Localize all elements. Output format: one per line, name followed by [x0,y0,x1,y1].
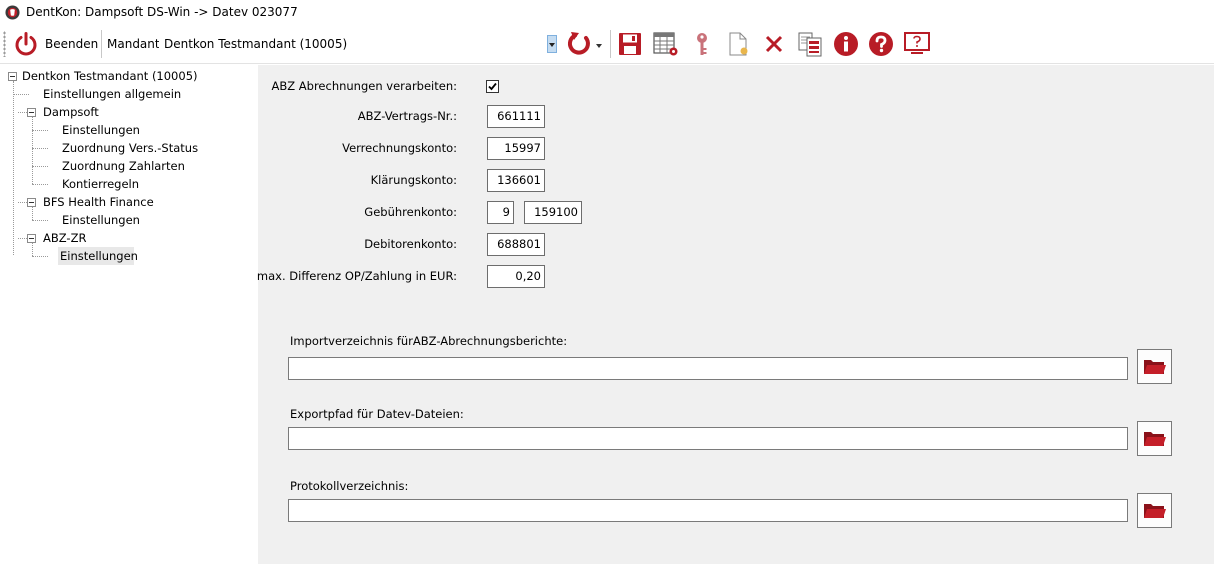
navigation-tree: Dentkon Testmandant (10005) Einstellunge… [0,65,258,564]
info-button[interactable] [832,30,860,58]
settings-panel: ABZ Abrechnungen verarbeiten: ABZ-Vertra… [256,65,1214,564]
tree-item-dampsoft[interactable]: Dampsoft [41,103,101,121]
gebuehrenkonto-field[interactable]: 159100 [524,201,582,224]
import-path-label: Importverzeichnis fürABZ-Abrechnungsberi… [290,334,568,348]
toolbar-separator [101,30,102,58]
tree-item-zuordnung-zahlarten[interactable]: Zuordnung Zahlarten [60,157,187,175]
window-title: DentKon: Dampsoft DS-Win -> Datev 023077 [26,5,298,19]
table-settings-button[interactable] [652,30,680,58]
collapse-icon[interactable] [8,72,17,81]
tree-connector [13,94,29,95]
title-bar: DentKon: Dampsoft DS-Win -> Datev 023077 [0,0,1214,24]
power-icon [15,32,37,56]
delete-button[interactable] [760,30,788,58]
toolbar-separator [610,30,611,58]
debitorenkonto-label: Debitorenkonto: [364,237,457,251]
tree-connector [32,117,33,184]
new-document-button[interactable] [724,30,752,58]
protokoll-path-input[interactable] [288,499,1128,522]
import-path-input[interactable] [288,357,1128,380]
gebuehrenkonto-label: Gebührenkonto: [364,205,457,219]
tree-connector [32,130,48,131]
collapse-icon[interactable] [27,234,36,243]
mandant-value: Dentkon Testmandant (10005) [164,37,348,51]
protokoll-browse-button[interactable] [1137,493,1172,528]
tree-connector [32,184,48,185]
table-settings-icon [653,32,678,56]
vertragsnr-field[interactable]: 661111 [487,105,545,128]
key-button[interactable] [688,30,716,58]
help-button[interactable] [867,30,895,58]
copy-icon [798,32,822,57]
save-button[interactable] [616,30,644,58]
tree-connector [32,207,33,220]
klaerungskonto-field[interactable]: 136601 [487,169,545,192]
new-document-icon [729,32,748,56]
protokoll-path-label: Protokollverzeichnis: [290,479,409,493]
tree-item-bfs-einstellungen[interactable]: Einstellungen [60,211,142,229]
tree-connector [13,81,14,255]
tree-item-dampsoft-einstellungen[interactable]: Einstellungen [60,121,142,139]
folder-icon [1143,431,1166,446]
copy-button[interactable] [796,30,824,58]
refresh-button[interactable] [564,30,604,58]
beenden-label: Beenden [45,37,99,51]
folder-icon [1143,503,1166,518]
tree-connector [32,256,48,257]
klaerungskonto-label: Klärungskonto: [370,173,457,187]
delete-icon [765,35,783,53]
tree-item-zuordnung-vers-status[interactable]: Zuordnung Vers.-Status [60,139,200,157]
beenden-button[interactable]: Beenden [11,28,100,60]
help-icon [869,32,893,56]
tree-item-abz-zr[interactable]: ABZ-ZR [41,229,88,247]
export-path-input[interactable] [288,427,1128,450]
max-differenz-field[interactable]: 0,20 [487,265,545,288]
refresh-icon [567,32,602,55]
save-icon [619,33,641,55]
tree-item-kontierregeln[interactable]: Kontierregeln [60,175,141,193]
tree-connector [32,243,33,256]
app-logo-icon [5,4,20,20]
folder-icon [1143,359,1166,374]
collapse-icon[interactable] [27,108,36,117]
screen-help-icon [904,32,930,54]
vertragsnr-label: ABZ-Vertrags-Nr.: [357,109,457,123]
verrechnungskonto-field[interactable]: 15997 [487,137,545,160]
export-path-label: Exportpfad für Datev-Dateien: [290,407,464,421]
verrechnungskonto-label: Verrechnungskonto: [342,141,457,155]
screen-help-button[interactable] [903,30,931,58]
max-differenz-label: max. Differenz OP/Zahlung in EUR: [256,269,457,283]
collapse-icon[interactable] [27,198,36,207]
export-browse-button[interactable] [1137,421,1172,456]
abz-verarbeiten-label: ABZ Abrechnungen verarbeiten: [271,79,457,93]
key-icon [697,33,707,55]
info-icon [834,32,858,56]
tree-connector [32,220,48,221]
tree-item-abz-einstellungen[interactable]: Einstellungen [58,247,138,265]
toolbar-grip[interactable] [3,31,6,57]
mandant-label: Mandant [107,37,160,51]
toolbar: Beenden Mandant Dentkon Testmandant (100… [0,24,1214,64]
import-browse-button[interactable] [1137,349,1172,384]
tree-item-einstellungen-allgemein[interactable]: Einstellungen allgemein [41,85,183,103]
gebuehrenkonto-prefix-field[interactable]: 9 [487,201,514,224]
mandant-select[interactable]: Dentkon Testmandant (10005) [159,32,559,55]
checkmark-icon [488,82,497,91]
tree-item-bfs-health-finance[interactable]: BFS Health Finance [41,193,156,211]
tree-connector [32,166,48,167]
chevron-down-icon[interactable] [547,35,557,53]
tree-connector [32,148,48,149]
tree-root-node[interactable]: Dentkon Testmandant (10005) [20,67,200,85]
debitorenkonto-field[interactable]: 688801 [487,233,545,256]
abz-verarbeiten-checkbox[interactable] [486,80,499,93]
